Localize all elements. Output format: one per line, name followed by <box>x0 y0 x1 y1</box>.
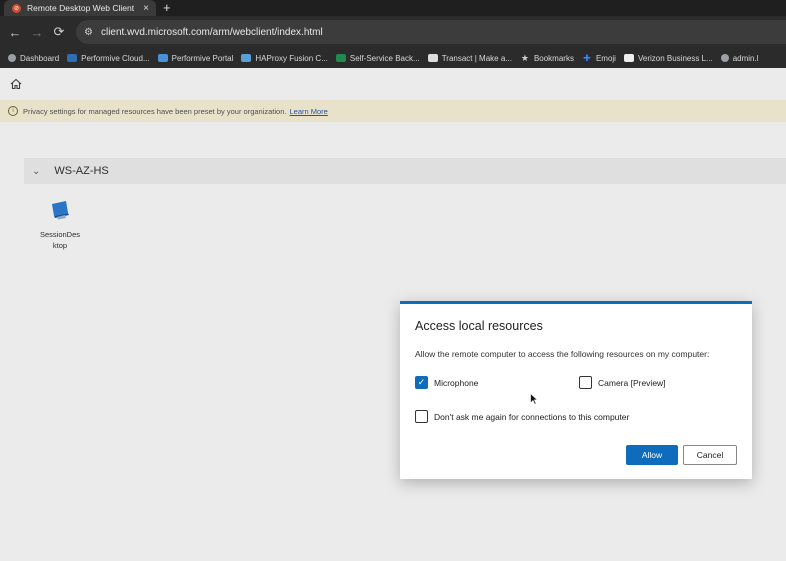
green-dot-icon <box>335 54 346 62</box>
tab-title: Remote Desktop Web Client <box>27 3 135 13</box>
verizon-icon <box>623 54 634 62</box>
address-bar[interactable]: ⚙ client.wvd.microsoft.com/arm/webclient… <box>76 20 786 44</box>
dont-ask-checkbox[interactable] <box>415 410 428 423</box>
microphone-label: Microphone <box>434 377 479 388</box>
camera-label: Camera [Preview] <box>598 377 666 388</box>
haproxy-icon <box>241 54 252 62</box>
bookmarks-bar: Dashboard Performive Cloud... Performive P… <box>0 48 786 68</box>
mouse-pointer-icon <box>530 393 538 405</box>
allow-button[interactable]: Allow <box>626 445 678 465</box>
access-local-resources-dialog: Access local resources Allow the remote … <box>400 301 752 479</box>
plus-cross-icon: ✚ <box>583 52 591 63</box>
camera-option[interactable]: Camera [Preview] <box>579 376 666 389</box>
bookmark-item[interactable]: HAProxy Fusion C... <box>241 53 328 63</box>
camera-checkbox[interactable] <box>579 376 592 389</box>
bookmark-label: HAProxy Fusion C... <box>255 53 328 63</box>
dialog-title: Access local resources <box>415 319 543 333</box>
bookmark-item[interactable]: Dashboard <box>8 54 59 63</box>
new-tab-button[interactable]: + <box>163 0 171 16</box>
forward-arrow-icon[interactable]: → <box>26 21 48 43</box>
back-arrow-icon[interactable]: ← <box>4 21 26 43</box>
url-text: client.wvd.microsoft.com/arm/webclient/i… <box>100 26 323 38</box>
bookmark-item[interactable]: Verizon Business L... <box>623 53 713 63</box>
dont-ask-label: Don't ask me again for connections to th… <box>434 411 630 422</box>
bookmark-label: Transact | Make a... <box>441 53 512 63</box>
globe-icon <box>8 54 16 62</box>
bookmark-item[interactable]: Performive Cloud... <box>67 53 150 63</box>
vmware-icon <box>67 54 78 62</box>
browser-tab[interactable]: ⊘ Remote Desktop Web Client × <box>4 0 156 16</box>
browser-toolbar: ← → ⟳ ⚙ client.wvd.microsoft.com/arm/web… <box>0 16 786 48</box>
cancel-button[interactable]: Cancel <box>683 445 737 465</box>
transact-icon <box>427 54 438 62</box>
bookmark-item[interactable]: Performive Portal <box>157 53 234 63</box>
bookmark-label: admin.l <box>732 53 759 63</box>
dont-ask-option[interactable]: Don't ask me again for connections to th… <box>415 410 629 423</box>
site-settings-icon[interactable]: ⚙ <box>84 27 93 38</box>
bookmark-item[interactable]: ✚ Emoji <box>582 52 616 63</box>
microphone-option[interactable]: ✓ Microphone <box>415 376 478 389</box>
reload-icon[interactable]: ⟳ <box>48 21 70 43</box>
bookmark-item[interactable]: admin.l <box>720 53 759 63</box>
dialog-description: Allow the remote computer to access the … <box>415 349 710 359</box>
star-icon: ★ <box>520 52 529 63</box>
bookmark-label: Self-Service Back... <box>349 53 420 63</box>
bookmark-label: Performive Portal <box>171 53 234 63</box>
bookmark-item[interactable]: ★ Bookmarks <box>520 52 574 63</box>
bookmark-item[interactable]: Transact | Make a... <box>427 53 512 63</box>
rd-client-favicon-icon: ⊘ <box>12 3 21 13</box>
bookmark-label: Dashboard <box>20 53 60 63</box>
bookmark-label: Verizon Business L... <box>637 53 713 63</box>
bookmark-item[interactable]: Self-Service Back... <box>335 53 420 63</box>
tab-close-icon[interactable]: × <box>140 3 152 14</box>
bookmark-label: Bookmarks <box>533 53 574 63</box>
performive-icon <box>157 54 168 62</box>
microphone-checkbox[interactable]: ✓ <box>415 376 428 389</box>
bookmark-label: Performive Cloud... <box>81 53 150 63</box>
browser-tab-strip: ⊘ Remote Desktop Web Client × + <box>0 0 786 16</box>
bookmark-label: Emoji <box>595 53 616 63</box>
globe-icon <box>720 54 729 62</box>
